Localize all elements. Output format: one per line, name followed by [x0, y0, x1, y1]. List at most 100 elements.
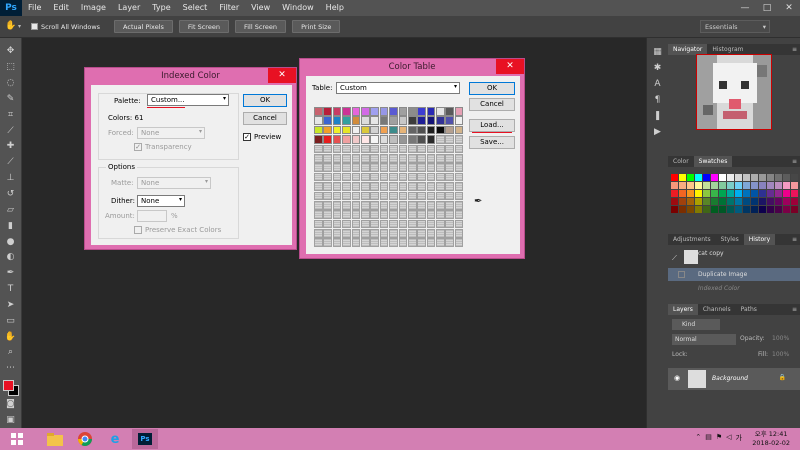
swatch[interactable]: [751, 174, 758, 181]
color-table-empty-cell[interactable]: [332, 182, 342, 191]
swatch[interactable]: [711, 198, 718, 205]
color-table-swatch[interactable]: [398, 135, 408, 144]
color-table-empty-cell[interactable]: [323, 144, 332, 154]
eyedropper-icon[interactable]: ✒: [474, 196, 482, 207]
color-table-empty-cell[interactable]: [407, 229, 417, 238]
color-table-swatch[interactable]: [426, 107, 436, 116]
color-table-empty-cell[interactable]: [436, 135, 445, 144]
color-table-empty-cell[interactable]: [417, 163, 426, 172]
color-table-empty-cell[interactable]: [379, 163, 389, 172]
color-table-swatch[interactable]: [445, 116, 455, 125]
menu-image[interactable]: Image: [75, 0, 112, 16]
swatch[interactable]: [703, 206, 710, 213]
swatch[interactable]: [671, 198, 678, 205]
color-table-empty-cell[interactable]: [323, 191, 332, 201]
color-table-swatch[interactable]: [370, 107, 379, 116]
color-table-empty-cell[interactable]: [323, 219, 332, 229]
swatch[interactable]: [735, 198, 742, 205]
color-table-empty-cell[interactable]: [332, 229, 342, 238]
color-table-empty-cell[interactable]: [314, 163, 323, 172]
color-table-empty-cell[interactable]: [389, 182, 398, 191]
print-size-button[interactable]: Print Size: [292, 20, 341, 33]
color-table-empty-cell[interactable]: [407, 144, 417, 154]
history-brush-tool-icon[interactable]: ↺: [4, 188, 18, 201]
cancel-button[interactable]: Cancel: [243, 112, 287, 125]
swatch[interactable]: [719, 206, 726, 213]
color-table-empty-cell[interactable]: [417, 182, 426, 191]
color-table-empty-cell[interactable]: [417, 172, 426, 182]
tab-layers[interactable]: Layers: [668, 304, 698, 315]
color-picker[interactable]: [2, 379, 20, 397]
swatch[interactable]: [783, 190, 790, 197]
menu-help[interactable]: Help: [320, 0, 350, 16]
fill-value[interactable]: 100%: [772, 351, 789, 358]
menu-type[interactable]: Type: [146, 0, 176, 16]
color-table-swatch[interactable]: [351, 125, 361, 135]
color-table-empty-cell[interactable]: [426, 219, 436, 229]
color-table-swatch[interactable]: [417, 116, 426, 125]
swatch[interactable]: [687, 174, 694, 181]
color-table-empty-cell[interactable]: [398, 182, 408, 191]
swatch[interactable]: [783, 182, 790, 189]
color-table-empty-cell[interactable]: [436, 200, 445, 210]
ok-button[interactable]: OK: [243, 94, 287, 107]
color-table-empty-cell[interactable]: [314, 144, 323, 154]
color-table-swatch[interactable]: [454, 107, 464, 116]
swatch[interactable]: [791, 206, 798, 213]
color-table-empty-cell[interactable]: [332, 210, 342, 219]
swatch[interactable]: [767, 182, 774, 189]
color-table-empty-cell[interactable]: [436, 210, 445, 219]
swatch[interactable]: [791, 174, 798, 181]
color-table-empty-cell[interactable]: [417, 153, 426, 163]
tab-swatches[interactable]: Swatches: [693, 156, 733, 167]
color-table-swatch[interactable]: [351, 107, 361, 116]
color-table-empty-cell[interactable]: [398, 163, 408, 172]
color-table-swatch[interactable]: [417, 107, 426, 116]
transparency-checkbox[interactable]: ✓: [134, 143, 142, 151]
tray-expand-icon[interactable]: ⌃: [695, 433, 701, 443]
swatch[interactable]: [735, 206, 742, 213]
color-table-empty-cell[interactable]: [379, 210, 389, 219]
color-table-empty-cell[interactable]: [314, 182, 323, 191]
zoom-tool-icon[interactable]: ⌕: [4, 347, 18, 360]
color-table-empty-cell[interactable]: [407, 191, 417, 201]
color-table-empty-cell[interactable]: [454, 135, 464, 144]
color-table-empty-cell[interactable]: [436, 191, 445, 201]
color-table-empty-cell[interactable]: [445, 238, 455, 248]
swatch[interactable]: [775, 190, 782, 197]
color-table-empty-cell[interactable]: [370, 219, 379, 229]
swatch[interactable]: [751, 206, 758, 213]
swatch[interactable]: [783, 174, 790, 181]
color-table-empty-cell[interactable]: [323, 182, 332, 191]
foreground-color-swatch[interactable]: [2, 379, 14, 391]
crop-tool-icon[interactable]: ⌗: [4, 109, 18, 122]
gradient-tool-icon[interactable]: ▮: [4, 220, 18, 233]
color-table-empty-cell[interactable]: [426, 172, 436, 182]
color-table-empty-cell[interactable]: [342, 172, 351, 182]
swatch[interactable]: [711, 182, 718, 189]
color-table-swatch[interactable]: [379, 116, 389, 125]
color-table-swatch[interactable]: [436, 125, 445, 135]
color-table-empty-cell[interactable]: [332, 200, 342, 210]
color-table-empty-cell[interactable]: [426, 238, 436, 248]
swatch[interactable]: [711, 174, 718, 181]
history-snapshot[interactable]: ⟋ cat copy: [668, 248, 800, 266]
color-table-empty-cell[interactable]: [389, 153, 398, 163]
color-table-empty-cell[interactable]: [342, 238, 351, 248]
color-table-empty-cell[interactable]: [360, 182, 370, 191]
color-table-swatch[interactable]: [389, 125, 398, 135]
panel-menu-icon[interactable]: ≡: [792, 44, 797, 55]
color-table-swatch[interactable]: [379, 125, 389, 135]
dodge-tool-icon[interactable]: ◐: [4, 251, 18, 264]
color-table-empty-cell[interactable]: [436, 182, 445, 191]
color-table-swatch[interactable]: [398, 107, 408, 116]
color-table-empty-cell[interactable]: [445, 200, 455, 210]
color-table-empty-cell[interactable]: [389, 210, 398, 219]
color-table-swatch[interactable]: [407, 116, 417, 125]
swatch[interactable]: [775, 182, 782, 189]
swatch[interactable]: [687, 190, 694, 197]
color-table-swatch[interactable]: [426, 116, 436, 125]
color-table-empty-cell[interactable]: [407, 163, 417, 172]
menu-window[interactable]: Window: [276, 0, 320, 16]
color-table-empty-cell[interactable]: [342, 153, 351, 163]
